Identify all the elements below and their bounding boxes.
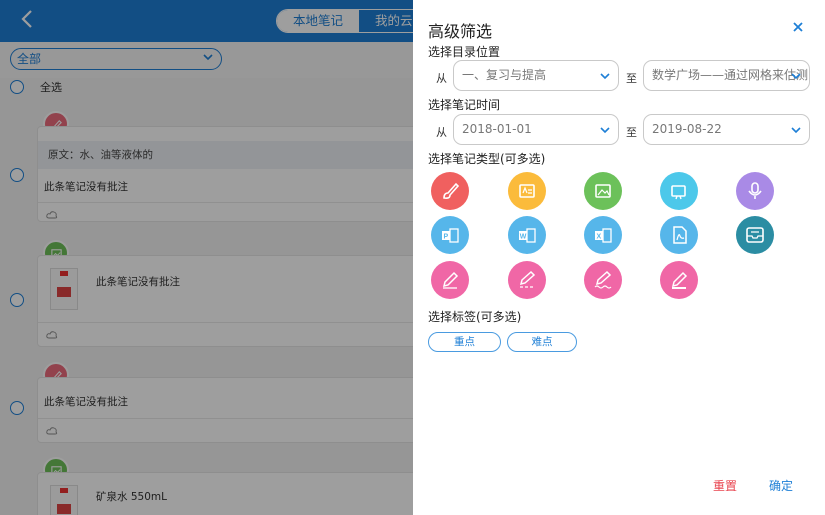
ppt-note-icon[interactable]: P — [431, 216, 469, 254]
image-note-icon[interactable] — [584, 172, 622, 210]
panel-title: 高级筛选 — [428, 22, 493, 41]
pencil-wave-note-icon[interactable] — [584, 261, 622, 299]
reset-button[interactable]: 重置 — [713, 477, 737, 494]
catalog-from-label: 从 — [436, 72, 447, 85]
svg-text:X: X — [597, 234, 602, 241]
catalog-to-label: 至 — [626, 72, 637, 85]
catalog-from-value: 一、复习与提高 — [462, 68, 547, 82]
pdf-note-icon[interactable] — [660, 216, 698, 254]
video-note-icon[interactable] — [660, 172, 698, 210]
text-note-icon[interactable] — [508, 172, 546, 210]
catalog-to-value: 数学广场——通过网格来估测 — [652, 68, 809, 82]
time-to-label: 至 — [626, 126, 637, 139]
types-section-label: 选择笔记类型(可多选) — [428, 152, 546, 166]
time-to-value: 2019-08-22 — [652, 122, 722, 136]
chevron-down-icon — [600, 73, 610, 80]
time-from-select[interactable]: 2018-01-01 — [453, 114, 619, 145]
audio-note-icon[interactable] — [736, 172, 774, 210]
time-from-label: 从 — [436, 126, 447, 139]
word-note-icon[interactable]: W — [508, 216, 546, 254]
chevron-down-icon — [791, 127, 801, 134]
time-to-select[interactable]: 2019-08-22 — [643, 114, 810, 145]
excel-note-icon[interactable]: X — [584, 216, 622, 254]
catalog-to-select[interactable]: 数学广场——通过网格来估测 — [643, 60, 810, 91]
time-from-value: 2018-01-01 — [462, 122, 532, 136]
tag-important[interactable]: 重点 — [428, 332, 501, 352]
pencil-note-icon[interactable] — [431, 261, 469, 299]
tag-difficult[interactable]: 难点 — [507, 332, 577, 352]
pencil-dash-note-icon[interactable] — [508, 261, 546, 299]
tray-note-icon[interactable] — [736, 216, 774, 254]
svg-text:W: W — [520, 234, 527, 241]
close-icon[interactable] — [791, 20, 805, 34]
catalog-from-select[interactable]: 一、复习与提高 — [453, 60, 619, 91]
advanced-filter-panel: 高级筛选 选择目录位置 从 一、复习与提高 至 数学广场——通过网格来估测 选择… — [413, 0, 825, 515]
brush-note-icon[interactable] — [431, 172, 469, 210]
svg-text:P: P — [444, 234, 449, 241]
chevron-down-icon — [791, 73, 801, 80]
eraser-note-icon[interactable] — [660, 261, 698, 299]
time-section-label: 选择笔记时间 — [428, 98, 501, 112]
catalog-section-label: 选择目录位置 — [428, 45, 501, 59]
confirm-button[interactable]: 确定 — [769, 477, 793, 494]
tags-section-label: 选择标签(可多选) — [428, 310, 522, 324]
chevron-down-icon — [600, 127, 610, 134]
